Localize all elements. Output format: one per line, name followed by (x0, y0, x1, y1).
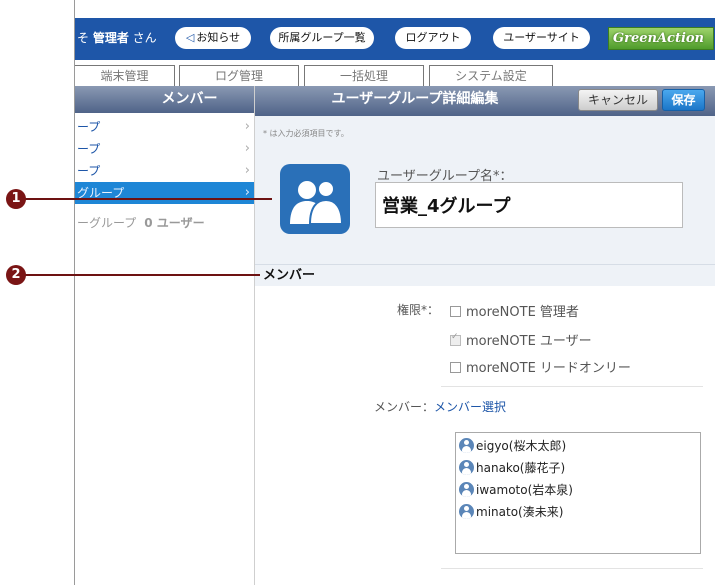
group-list-item[interactable]: ープ › (75, 138, 254, 160)
divider (441, 386, 703, 387)
user-icon (459, 504, 474, 519)
logout-button[interactable]: ログアウト (395, 27, 471, 49)
green-action-logo[interactable]: GreenAction (608, 27, 714, 50)
cancel-button[interactable]: キャンセル (578, 89, 658, 111)
tab-system[interactable]: システム設定 (429, 65, 553, 86)
callout-1-badge: 1 (6, 189, 26, 209)
member-pane-title: メンバー (75, 86, 254, 113)
permission-readonly-option[interactable]: moreNOTE リードオンリー (450, 357, 631, 376)
permission-user-option[interactable]: moreNOTE ユーザー (450, 330, 592, 349)
chevron-right-icon: › (244, 185, 250, 200)
group-edit-area: * は入力必須項目です。 ユーザーグループ名*： (255, 116, 715, 264)
group-list-item[interactable]: ープ › (75, 160, 254, 182)
member-list-pane: メンバー ープ › ープ › ープ › グループ › ーグループ 0 ユーザー (75, 86, 255, 585)
detail-title: ユーザーグループ詳細編集 (331, 91, 499, 107)
permission-user-checkbox[interactable] (450, 332, 461, 346)
detail-header: ユーザーグループ詳細編集 キャンセル 保存 (255, 86, 715, 116)
member-item[interactable]: minato(湊未来) (459, 501, 700, 523)
user-group-icon (280, 164, 350, 234)
member-list[interactable]: eigyo(桜木太郎) hanako(藤花子) iwamoto(岩本泉) min… (455, 432, 701, 554)
user-icon (459, 482, 474, 497)
user-icon (459, 438, 474, 453)
group-list-item[interactable]: ープ › (75, 116, 254, 138)
callout-2-badge: 2 (6, 265, 26, 285)
user-site-label: ユーザーサイト (503, 31, 580, 44)
user-site-button[interactable]: ユーザーサイト (493, 27, 590, 49)
group-list-item-selected[interactable]: グループ › (75, 182, 254, 204)
member-item[interactable]: eigyo(桜木太郎) (459, 435, 700, 457)
member-item[interactable]: hanako(藤花子) (459, 457, 700, 479)
group-detail-pane: ユーザーグループ詳細編集 キャンセル 保存 * は入力必須項目です。 ユーザーグ… (255, 86, 715, 585)
permission-readonly-checkbox[interactable] (450, 362, 461, 373)
groups-button[interactable]: 所属グループ一覧 (270, 27, 374, 49)
welcome-text: そ 管理者 さん (77, 31, 157, 45)
permission-admin-option[interactable]: moreNOTE 管理者 (450, 301, 579, 320)
tab-batch[interactable]: 一括処理 (304, 65, 424, 86)
chevron-right-icon: › (244, 163, 250, 178)
app-frame: そ 管理者 さん ◁ お知らせ 所属グループ一覧 ログアウト ユーザーサイト Gr… (74, 0, 715, 585)
callout-1-line (16, 198, 272, 200)
user-name: 管理者 (92, 31, 129, 45)
notice-label: お知らせ (196, 31, 241, 44)
tab-log[interactable]: ログ管理 (179, 65, 299, 86)
group-name-input[interactable] (375, 182, 683, 228)
tab-bar: 端末管理 ログ管理 一括処理 システム設定 (75, 60, 715, 86)
save-button[interactable]: 保存 (662, 89, 705, 111)
top-bar: そ 管理者 さん ◁ お知らせ 所属グループ一覧 ログアウト ユーザーサイト Gr… (75, 18, 715, 60)
logout-label: ログアウト (405, 31, 461, 44)
user-icon (459, 460, 474, 475)
chevron-right-icon: › (244, 141, 250, 156)
member-select-link[interactable]: メンバー選択 (434, 400, 506, 414)
permission-label: 権限*： (397, 303, 440, 317)
tab-device[interactable]: 端末管理 (75, 65, 175, 86)
members-section-title: メンバー (255, 264, 715, 286)
member-item[interactable]: iwamoto(岩本泉) (459, 479, 700, 501)
notice-button[interactable]: ◁ お知らせ (175, 27, 251, 49)
logo-text: GreenAction (613, 31, 705, 46)
group-summary: ーグループ 0 ユーザー (77, 216, 205, 230)
megaphone-icon: ◁ (185, 31, 195, 44)
callout-2-line (16, 274, 260, 276)
groups-label: 所属グループ一覧 (278, 31, 366, 44)
divider (441, 568, 703, 569)
permission-admin-checkbox[interactable] (450, 306, 461, 317)
chevron-right-icon: › (244, 119, 250, 134)
member-label-row: メンバー：メンバー選択 (374, 400, 507, 414)
required-note: * は入力必須項目です。 (263, 129, 349, 138)
